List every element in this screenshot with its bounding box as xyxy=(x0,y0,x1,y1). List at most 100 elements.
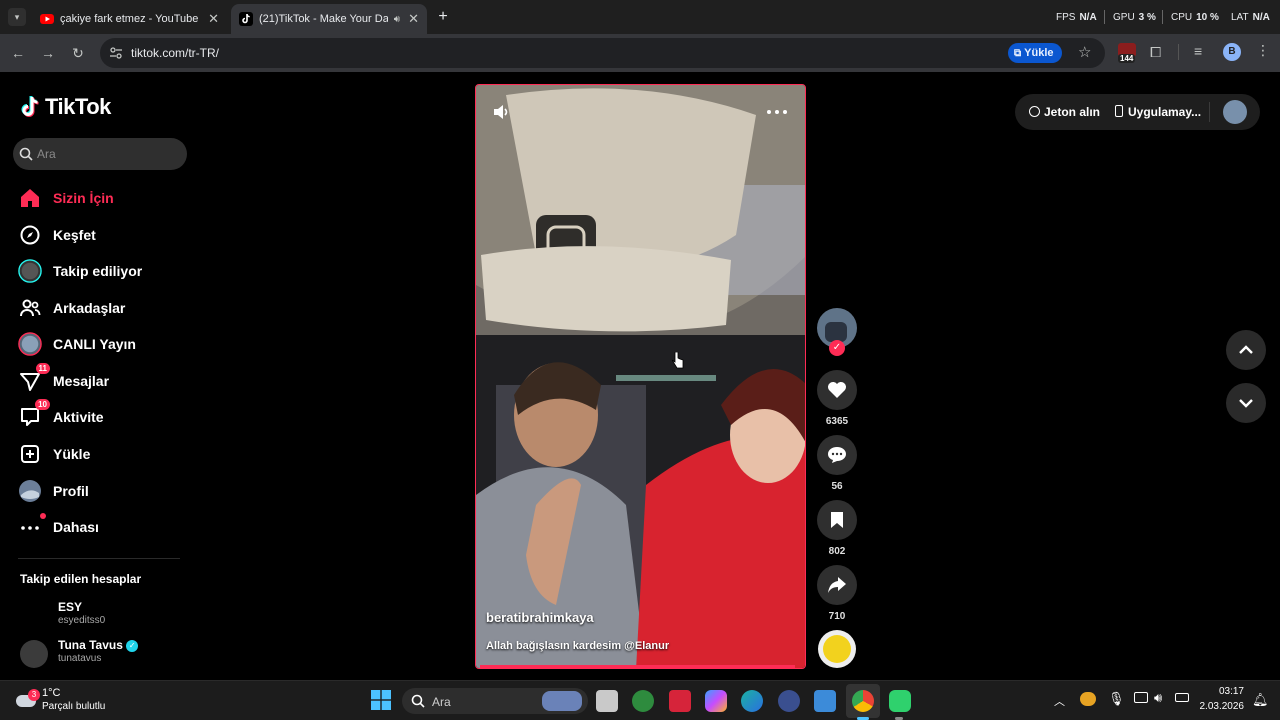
task-view-icon[interactable] xyxy=(596,690,618,712)
video-player[interactable]: beratibrahimkaya Allah bağışlasın kardes… xyxy=(475,84,806,669)
avatar xyxy=(20,640,48,668)
share-button[interactable] xyxy=(817,565,857,605)
nav-item-live[interactable]: CANLI Yayın xyxy=(18,329,136,359)
notification-bell-icon[interactable]: 🔔︎ xyxy=(1252,692,1269,708)
bookmark-star-icon[interactable]: ☆ xyxy=(1078,43,1091,61)
battery-icon[interactable] xyxy=(1175,693,1189,702)
next-video-button[interactable] xyxy=(1226,383,1266,423)
nav-item-more[interactable]: Dahası xyxy=(18,512,99,542)
copilot-icon[interactable] xyxy=(705,690,727,712)
followed-accounts-title: Takip edilen hesaplar xyxy=(20,572,142,586)
like-count: 6365 xyxy=(825,416,849,427)
cpu-stat: CPU 10 % xyxy=(1171,12,1219,23)
tiktok-logo[interactable]: TikTok xyxy=(20,94,111,120)
nav-item-friends[interactable]: Arkadaşlar xyxy=(18,293,125,323)
account-name: Tuna Tavus xyxy=(58,638,123,652)
microphone-icon[interactable]: 🎙︎ xyxy=(1108,691,1125,707)
get-app-button[interactable]: Uygulamay... xyxy=(1115,105,1201,119)
red-app-icon[interactable] xyxy=(669,690,691,712)
following-icon xyxy=(18,259,42,283)
live-icon xyxy=(18,332,42,356)
clock-time[interactable]: 03:17 xyxy=(1200,686,1244,697)
nav-label: Yükle xyxy=(53,446,91,462)
close-tab-icon[interactable]: ✕ xyxy=(208,11,219,27)
brand-name: TikTok xyxy=(45,94,111,119)
user-avatar[interactable] xyxy=(1223,100,1247,124)
tiktok-logo-icon xyxy=(21,95,39,117)
nav-item-for-you[interactable]: Sizin İçin xyxy=(18,183,114,213)
nav-item-following[interactable]: Takip ediliyor xyxy=(18,256,142,286)
video-author[interactable]: beratibrahimkaya xyxy=(486,610,594,625)
music-disc[interactable] xyxy=(818,630,856,668)
nav-item-activity[interactable]: 10 Aktivite xyxy=(18,399,104,432)
nav-label: Takip ediliyor xyxy=(53,263,143,279)
media-control-icon[interactable]: ≡ xyxy=(1194,43,1202,59)
speaker-icon[interactable]: 🔊︎ xyxy=(394,14,400,25)
stat-divider xyxy=(1162,10,1163,24)
network-icon[interactable] xyxy=(1134,692,1148,703)
video-progress-bar[interactable] xyxy=(480,665,795,668)
taskbar-search-input[interactable]: Ara xyxy=(402,688,588,714)
address-bar[interactable]: tiktok.com/tr-TR/ ⧉ Yükle ☆ xyxy=(100,38,1105,68)
account-name-row: Tuna Tavus ✓ xyxy=(58,638,139,652)
forward-button[interactable]: → xyxy=(39,44,57,62)
youtube-icon xyxy=(40,14,54,24)
video-more-icon[interactable] xyxy=(766,103,788,121)
follow-check-icon[interactable]: ✓ xyxy=(829,340,845,356)
activity-badge: 10 xyxy=(35,399,50,410)
weather-alert-badge: 3 xyxy=(28,689,40,701)
nav-item-profile[interactable]: Profil xyxy=(18,476,89,506)
edge-browser-icon[interactable] xyxy=(741,690,763,712)
xbox-app-icon[interactable] xyxy=(632,690,654,712)
get-app-label: Uygulamay... xyxy=(1128,105,1202,119)
search-input[interactable]: Ara xyxy=(13,138,187,170)
chrome-icon[interactable] xyxy=(852,690,874,712)
nav-label: Keşfet xyxy=(53,227,96,243)
like-button[interactable] xyxy=(817,370,857,410)
nav-label: Arkadaşlar xyxy=(53,300,126,316)
notification-dot xyxy=(40,513,46,519)
bookmark-icon xyxy=(831,512,843,528)
previous-video-button[interactable] xyxy=(1226,330,1266,370)
settings-app-icon[interactable] xyxy=(778,690,800,712)
tab-title: (21)TikTok - Make Your Day xyxy=(259,13,388,25)
store-icon[interactable] xyxy=(814,690,836,712)
get-coins-button[interactable]: Jeton alın xyxy=(1029,105,1100,119)
volume-icon[interactable]: 🔊︎ xyxy=(1154,690,1162,706)
clock-date[interactable]: 2.03.2026 xyxy=(1196,701,1245,712)
gpu-stat: GPU 3 % xyxy=(1113,12,1156,23)
profile-avatar[interactable]: B xyxy=(1223,43,1241,61)
new-tab-button[interactable]: + xyxy=(434,8,452,26)
tab-list-menu-button[interactable]: ▾ xyxy=(8,8,26,26)
extension-badge: 144 xyxy=(1118,54,1136,63)
volume-icon[interactable] xyxy=(492,103,510,121)
nav-label: Dahası xyxy=(53,519,99,535)
weather-widget[interactable]: 3 xyxy=(16,689,40,709)
account-username: esyeditss0 xyxy=(58,615,106,626)
nav-item-explore[interactable]: Keşfet xyxy=(18,220,96,250)
save-button[interactable] xyxy=(817,500,857,540)
tab-youtube[interactable]: çakiye fark etmez - YouTube ✕ xyxy=(32,4,227,34)
nav-item-messages[interactable]: 11 Mesajlar xyxy=(18,363,109,396)
top-right-actions: Jeton alın Uygulamay... xyxy=(1015,94,1260,130)
nav-item-upload[interactable]: Yükle xyxy=(18,439,90,469)
messages-icon: 11 xyxy=(18,363,50,393)
close-tab-icon[interactable]: ✕ xyxy=(408,11,419,27)
tab-title: çakiye fark etmez - YouTube xyxy=(60,13,199,25)
reload-button[interactable]: ↻ xyxy=(69,44,87,62)
lat-stat: LAT N/A xyxy=(1231,12,1270,23)
home-icon xyxy=(18,186,42,210)
tray-cloud-icon[interactable] xyxy=(1080,692,1096,706)
extensions-puzzle-icon[interactable]: ⧠ xyxy=(1150,44,1161,61)
tab-tiktok[interactable]: (21)TikTok - Make Your Day 🔊︎ ✕ xyxy=(231,4,427,34)
back-button[interactable]: ← xyxy=(9,44,27,62)
account-name: ESY xyxy=(58,600,83,614)
search-icon xyxy=(19,147,33,161)
windows-start-icon[interactable] xyxy=(371,690,391,710)
chevron-up-icon[interactable]: ︿ xyxy=(1054,693,1065,709)
green-app-icon[interactable] xyxy=(889,690,911,712)
browser-menu-icon[interactable]: ⋮ xyxy=(1256,42,1270,59)
site-info-icon[interactable] xyxy=(109,46,123,60)
upload-chip-button[interactable]: ⧉ Yükle xyxy=(1008,43,1062,63)
comment-button[interactable] xyxy=(817,435,857,475)
